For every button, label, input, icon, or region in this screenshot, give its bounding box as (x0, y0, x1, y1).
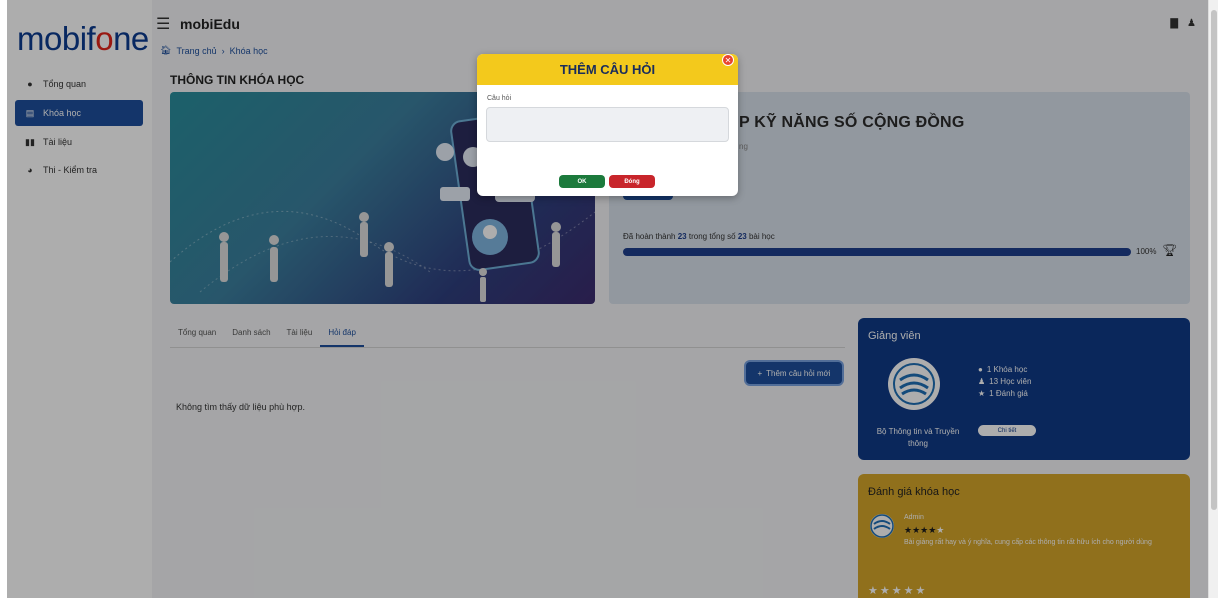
close-icon[interactable]: ✕ (722, 54, 734, 66)
question-label: Câu hỏi (487, 95, 512, 102)
scrollbar[interactable] (1208, 0, 1218, 598)
scrollbar-thumb[interactable] (1211, 10, 1217, 510)
left-edge (0, 0, 7, 598)
modal-title: THÊM CÂU HỎI (477, 54, 738, 85)
ok-button[interactable]: OK (559, 175, 605, 188)
question-input[interactable] (486, 107, 729, 142)
cancel-button[interactable]: Đóng (609, 175, 655, 188)
add-question-modal: THÊM CÂU HỎI ✕ Câu hỏi OK Đóng (477, 54, 738, 196)
